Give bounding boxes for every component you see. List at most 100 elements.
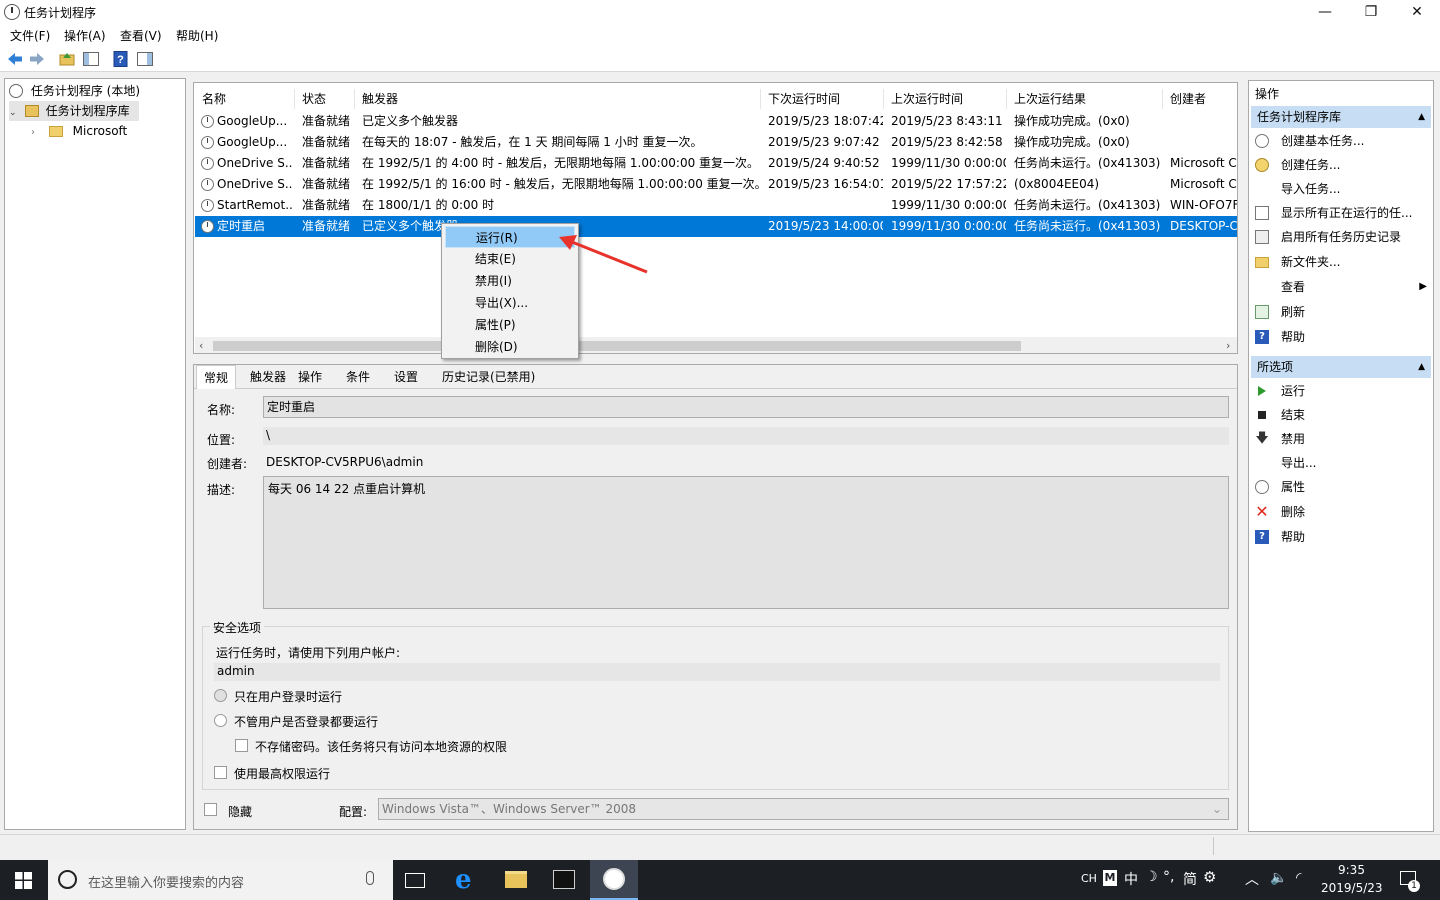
radio-run-when-logged-on[interactable] <box>214 689 227 702</box>
minimize-button[interactable]: — <box>1302 0 1348 24</box>
volume-icon[interactable]: 🔈 <box>1270 870 1287 886</box>
table-row-selected[interactable]: 定时重启 准备就绪 已定义多个触发器 2019/5/23 14:00:00 19… <box>195 216 1237 237</box>
tab-history[interactable]: 历史记录(已禁用) <box>435 365 542 389</box>
radio-run-whether-logged-on[interactable] <box>214 714 227 727</box>
chevron-down-icon[interactable]: ⌄ <box>1212 799 1222 819</box>
task-author: Microsoft C <box>1170 156 1237 170</box>
scroll-left-icon[interactable]: ‹ <box>199 339 203 352</box>
column-separator[interactable] <box>760 89 761 109</box>
column-separator[interactable] <box>294 89 295 109</box>
ime-settings-gear-icon[interactable]: ⚙ <box>1203 868 1216 886</box>
horizontal-scrollbar[interactable]: ‹ › <box>195 337 1237 353</box>
tab-triggers[interactable]: 触发器 <box>243 365 293 389</box>
section-header-selected[interactable]: 所选项 ▲ <box>1251 356 1431 378</box>
task-view-icon[interactable] <box>405 873 425 888</box>
show-hide-tree-icon[interactable] <box>82 50 100 68</box>
ime-moon-icon[interactable]: ☽ <box>1145 869 1158 885</box>
column-separator[interactable] <box>1162 89 1163 109</box>
name-field[interactable]: 定时重启 <box>263 396 1229 418</box>
context-export[interactable]: 导出(X)... <box>445 292 575 314</box>
column-header-last-result[interactable]: 上次运行结果 <box>1014 89 1086 111</box>
author-label: 创建者: <box>207 457 248 471</box>
windows-start-icon[interactable] <box>15 872 32 889</box>
scrollbar-thumb[interactable] <box>213 341 1021 351</box>
file-explorer-icon[interactable] <box>505 871 527 888</box>
column-header-name[interactable]: 名称 <box>202 89 226 111</box>
checkbox-hidden[interactable] <box>204 803 217 816</box>
help-icon[interactable]: ? <box>112 50 130 68</box>
back-arrow-icon[interactable] <box>6 50 24 68</box>
configure-for-select[interactable]: Windows Vista™、Windows Server™ 2008 ⌄ <box>378 798 1229 820</box>
context-delete[interactable]: 删除(D) <box>445 336 575 358</box>
maximize-button[interactable]: ❐ <box>1348 0 1394 24</box>
ime-punctuation-icon[interactable]: °, <box>1163 869 1174 885</box>
table-row[interactable]: OneDrive S... 准备就绪 在 1992/5/1 的 4:00 时 -… <box>195 153 1237 174</box>
close-button[interactable]: ✕ <box>1394 0 1440 24</box>
configure-for-value: Windows Vista™、Windows Server™ 2008 <box>382 802 637 816</box>
checkbox-highest-privileges[interactable] <box>214 766 227 779</box>
section-header-library[interactable]: 任务计划程序库 ▲ <box>1251 106 1431 128</box>
ime-simplified[interactable]: 简 <box>1183 869 1197 889</box>
running-tasks-icon <box>1255 206 1269 220</box>
column-separator[interactable] <box>354 89 355 109</box>
checkbox-do-not-store-password[interactable] <box>235 739 248 752</box>
taskbar-search-box[interactable]: 在这里输入你要搜索的内容 <box>48 860 393 900</box>
column-separator[interactable] <box>1006 89 1007 109</box>
description-field[interactable]: 每天 06 14 22 点重启计算机 <box>263 476 1229 609</box>
microphone-icon[interactable] <box>366 871 374 885</box>
clock-icon <box>1255 134 1269 148</box>
context-properties[interactable]: 属性(P) <box>445 314 575 336</box>
task-name: GoogleUp... <box>217 114 288 128</box>
table-row[interactable]: StartRemot... 准备就绪 在 1800/1/1 的 0:00 时 1… <box>195 195 1237 216</box>
menu-help[interactable]: 帮助(H) <box>176 27 218 44</box>
collapse-up-icon[interactable]: ▲ <box>1418 356 1425 378</box>
edge-browser-icon[interactable]: e <box>455 865 472 895</box>
folder-clock-icon <box>24 105 39 117</box>
up-folder-icon[interactable] <box>58 50 76 68</box>
network-wifi-icon[interactable]: ◜ <box>1296 870 1301 886</box>
clock-date[interactable]: 2019/5/23 <box>1321 881 1383 895</box>
ime-language[interactable]: CH <box>1081 872 1097 885</box>
chevron-down-icon[interactable]: ⌄ <box>9 103 19 123</box>
column-header-next-run[interactable]: 下次运行时间 <box>768 89 840 111</box>
ime-m-icon[interactable]: M <box>1103 870 1117 886</box>
column-header-last-run[interactable]: 上次运行时间 <box>891 89 963 111</box>
task-scheduler-taskbar-button[interactable] <box>590 860 638 900</box>
column-header-author[interactable]: 创建者 <box>1170 89 1206 111</box>
show-hide-action-pane-icon[interactable] <box>136 50 154 68</box>
tree-microsoft[interactable]: › Microsoft <box>31 121 127 141</box>
status-bar <box>0 834 1440 858</box>
collapse-up-icon[interactable]: ▲ <box>1418 106 1425 128</box>
task-last-result: (0x8004EE04) <box>1014 177 1100 191</box>
show-hidden-icons-chevron-icon[interactable]: ︿ <box>1245 869 1259 889</box>
column-header-trigger[interactable]: 触发器 <box>362 89 398 111</box>
forward-arrow-icon[interactable] <box>28 50 46 68</box>
column-separator[interactable] <box>883 89 884 109</box>
action-view[interactable]: 查看 ▶ <box>1255 275 1427 299</box>
tab-conditions[interactable]: 条件 <box>339 365 377 389</box>
tree-library[interactable]: ⌄ 任务计划程序库 <box>9 101 139 121</box>
window-title: 任务计划程序 <box>24 6 97 20</box>
chevron-right-icon[interactable]: › <box>31 123 41 143</box>
table-row[interactable]: GoogleUp... 准备就绪 在每天的 18:07 - 触发后，在 1 天 … <box>195 132 1237 153</box>
task-status: 准备就绪 <box>302 156 351 170</box>
ime-chinese-mode[interactable]: 中 <box>1124 869 1138 889</box>
task-last-result: 任务尚未运行。(0x41303) <box>1014 156 1161 170</box>
scroll-right-icon[interactable]: › <box>1226 339 1230 352</box>
menu-file[interactable]: 文件(F) <box>10 27 50 44</box>
task-last-result: 任务尚未运行。(0x41303) <box>1014 219 1161 233</box>
tab-general[interactable]: 常规 <box>196 365 237 389</box>
task-last-run: 1999/11/30 0:00:00 <box>891 156 1006 170</box>
tab-settings[interactable]: 设置 <box>387 365 425 389</box>
column-header-status[interactable]: 状态 <box>302 89 326 111</box>
menu-view[interactable]: 查看(V) <box>120 27 162 44</box>
tree-root[interactable]: 任务计划程序 (本地) <box>9 81 140 101</box>
clock-icon <box>9 84 23 98</box>
task-last-run: 1999/11/30 0:00:00 <box>891 219 1006 233</box>
command-prompt-icon[interactable] <box>553 870 575 889</box>
tab-actions[interactable]: 操作 <box>291 365 329 389</box>
menu-action[interactable]: 操作(A) <box>64 27 106 44</box>
table-row[interactable]: OneDrive S... 准备就绪 在 1992/5/1 的 16:00 时 … <box>195 174 1237 195</box>
clock-time[interactable]: 9:35 <box>1338 863 1365 877</box>
table-row[interactable]: GoogleUp... 准备就绪 已定义多个触发器 2019/5/23 18:0… <box>195 111 1237 132</box>
